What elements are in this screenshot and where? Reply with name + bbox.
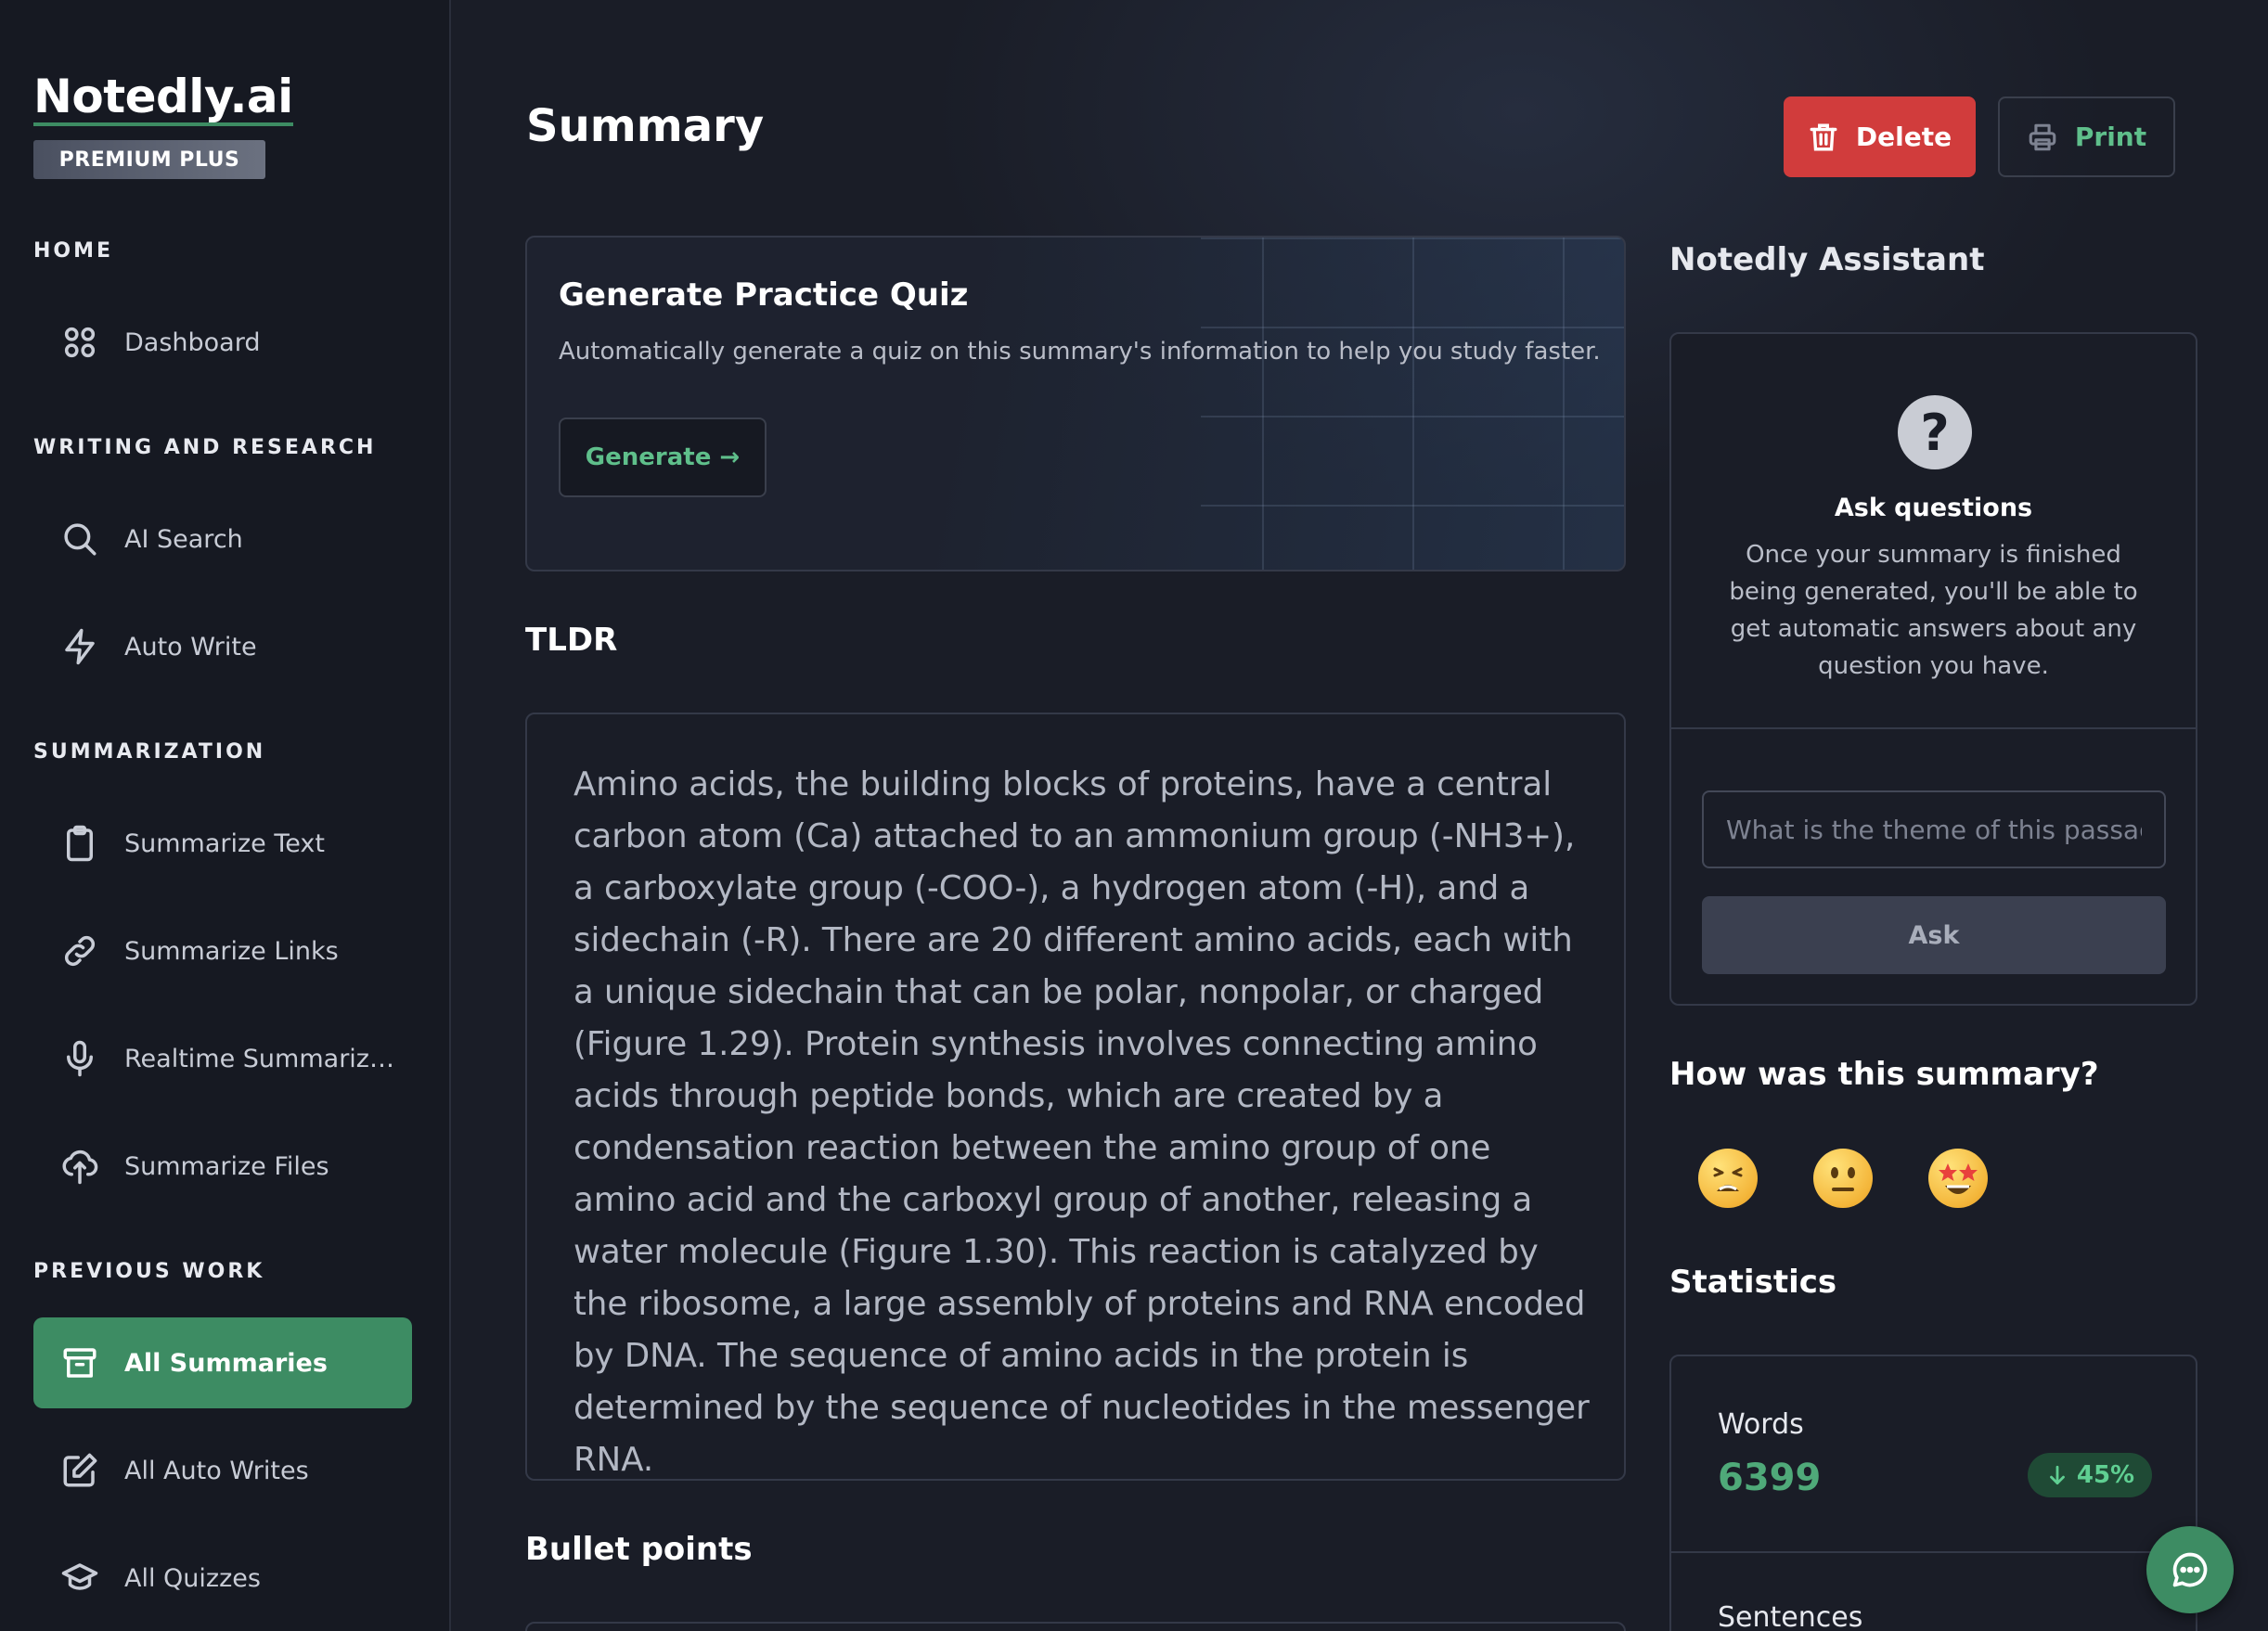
link-icon xyxy=(59,931,100,971)
sidebar-item-auto-write[interactable]: Auto Write xyxy=(33,601,412,692)
statistics-heading: Statistics xyxy=(1669,1264,1837,1301)
quiz-title: Generate Practice Quiz xyxy=(559,276,969,314)
chat-button[interactable] xyxy=(2146,1526,2234,1613)
words-value: 6399 xyxy=(1718,1457,1822,1499)
sidebar-item-all-quizzes[interactable]: All Quizzes xyxy=(33,1533,412,1624)
sidebar-item-all-summaries[interactable]: All Summaries xyxy=(33,1317,412,1408)
assistant-heading: Notedly Assistant xyxy=(1669,241,1985,278)
words-label: Words xyxy=(1718,1408,1804,1441)
sidebar-item-label: All Summaries xyxy=(124,1348,328,1378)
cloud-upload-icon xyxy=(59,1146,100,1187)
divider xyxy=(1671,1551,2196,1553)
question-input[interactable] xyxy=(1702,790,2166,868)
delete-button[interactable]: Delete xyxy=(1784,96,1976,177)
print-button-label: Print xyxy=(2074,122,2147,152)
print-button[interactable]: Print xyxy=(1998,96,2175,177)
assistant-card: ? Ask questions Once your summary is fin… xyxy=(1669,332,2197,1006)
sidebar-item-label: AI Search xyxy=(124,524,243,554)
arrow-down-icon xyxy=(2049,1465,2065,1485)
statistics-card: Words 6399 45% Sentences xyxy=(1669,1355,2197,1631)
sidebar-item-ai-search[interactable]: AI Search xyxy=(33,494,412,584)
bullet-points-box xyxy=(525,1622,1626,1631)
microphone-icon xyxy=(59,1038,100,1079)
question-icon: ? xyxy=(1898,395,1972,469)
tldr-text: Amino acids, the building blocks of prot… xyxy=(573,765,1590,1479)
chat-bubble-icon xyxy=(2172,1552,2208,1587)
graduation-cap-icon xyxy=(59,1558,100,1599)
sidebar-item-label: Dashboard xyxy=(124,327,261,357)
words-change-badge: 45% xyxy=(2028,1453,2152,1497)
ask-button[interactable]: Ask xyxy=(1702,896,2166,974)
sidebar-item-dashboard[interactable]: Dashboard xyxy=(33,297,412,388)
section-title-summarization: SUMMARIZATION xyxy=(33,740,266,764)
delete-button-label: Delete xyxy=(1855,122,1952,152)
sidebar-item-summarize-files[interactable]: Summarize Files xyxy=(33,1121,412,1212)
decorative-grid xyxy=(1201,238,1624,570)
sidebar-item-label: All Auto Writes xyxy=(124,1456,309,1485)
sidebar-item-label: Auto Write xyxy=(124,632,257,661)
tldr-box: Amino acids, the building blocks of prot… xyxy=(525,713,1626,1481)
sidebar-item-label: All Quizzes xyxy=(124,1563,261,1593)
grid-icon xyxy=(59,322,100,363)
trash-icon xyxy=(1810,123,1837,150)
sidebar-item-label: Summarize Files xyxy=(124,1151,329,1181)
clipboard-icon xyxy=(59,823,100,864)
ask-questions-title: Ask questions xyxy=(1834,494,2033,522)
ask-questions-description: Once your summary is finished being gene… xyxy=(1729,541,2138,680)
generate-quiz-button[interactable]: Generate → xyxy=(559,417,767,497)
plan-badge: PREMIUM PLUS xyxy=(33,140,265,179)
tired-face-icon[interactable] xyxy=(1698,1149,1758,1208)
practice-quiz-card: Generate Practice Quiz Automatically gen… xyxy=(525,236,1626,571)
bullet-points-heading: Bullet points xyxy=(525,1531,753,1568)
sidebar-item-summarize-links[interactable]: Summarize Links xyxy=(33,905,412,996)
printer-icon xyxy=(2029,123,2056,150)
quiz-description: Automatically generate a quiz on this su… xyxy=(559,338,1601,366)
page-title: Summary xyxy=(526,100,765,152)
sentences-label: Sentences xyxy=(1718,1601,1863,1631)
sidebar-item-summarize-text[interactable]: Summarize Text xyxy=(33,798,412,889)
lightning-icon xyxy=(59,626,100,667)
section-title-writing: WRITING AND RESEARCH xyxy=(33,436,377,459)
sidebar-item-realtime-summarization[interactable]: Realtime Summarizati... xyxy=(33,1013,412,1104)
sidebar: Notedly.ai PREMIUM PLUS HOME Dashboard W… xyxy=(0,0,451,1631)
section-title-previous-work: PREVIOUS WORK xyxy=(33,1260,265,1283)
section-title-home: HOME xyxy=(33,239,114,263)
sidebar-item-label: Summarize Text xyxy=(124,828,325,858)
tldr-heading: TLDR xyxy=(525,622,618,659)
edit-icon xyxy=(59,1450,100,1491)
archive-icon xyxy=(59,1342,100,1383)
star-struck-face-icon[interactable] xyxy=(1928,1149,1988,1208)
divider xyxy=(1671,727,2196,729)
search-icon xyxy=(59,519,100,559)
brand-logo[interactable]: Notedly.ai xyxy=(33,71,293,126)
feedback-heading: How was this summary? xyxy=(1669,1056,2099,1093)
sidebar-item-label: Realtime Summarizati... xyxy=(124,1044,403,1073)
sidebar-item-label: Summarize Links xyxy=(124,936,339,966)
sidebar-item-all-auto-writes[interactable]: All Auto Writes xyxy=(33,1425,412,1516)
neutral-face-icon[interactable] xyxy=(1813,1149,1873,1208)
words-change-value: 45% xyxy=(2076,1461,2135,1489)
